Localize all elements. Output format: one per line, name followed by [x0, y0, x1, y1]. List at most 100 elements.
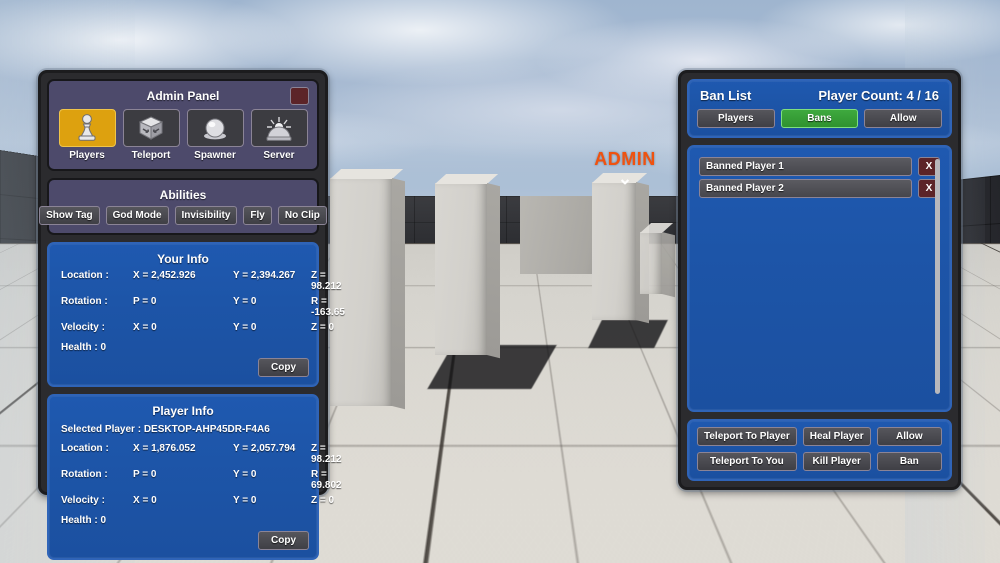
ability-fly-button[interactable]: Fly: [243, 206, 271, 225]
ban-panel-header: Ban List Player Count: 4 / 16: [697, 87, 942, 109]
player-info-copy-button[interactable]: Copy: [258, 531, 309, 550]
tool-spawner[interactable]: Spawner: [187, 109, 244, 161]
your-info-velocity-x: X = 0: [133, 322, 233, 333]
player-info-location-label: Location :: [61, 443, 133, 465]
tool-teleport-label: Teleport: [123, 150, 180, 161]
ban-button[interactable]: Ban: [877, 452, 942, 471]
player-info-copy-row: Copy: [57, 531, 309, 550]
ability-no-clip-button[interactable]: No Clip: [278, 206, 327, 225]
your-info-location-y: Y = 2,394.267: [233, 270, 311, 292]
player-info-rotation-y: Y = 0: [233, 469, 311, 491]
your-info-title: Your Info: [57, 250, 309, 270]
cube-arrows-icon: [137, 114, 165, 142]
tab-bans[interactable]: Bans: [781, 109, 859, 128]
player-info-health: Health : 0: [57, 506, 309, 526]
your-info-rotation-r: R = -163.65: [311, 296, 345, 318]
list-item[interactable]: Banned Player 1 X: [699, 157, 940, 176]
ban-panel-action-grid: Teleport To Player Heal Player Allow Tel…: [697, 427, 942, 471]
ban-list-container: Banned Player 1 X Banned Player 2 X: [697, 153, 942, 402]
player-info-velocity-x: X = 0: [133, 495, 233, 506]
your-info-velocity-y: Y = 0: [233, 322, 311, 333]
banned-player-name[interactable]: Banned Player 2: [699, 179, 912, 198]
admin-panel-title: Admin Panel: [57, 87, 309, 107]
player-info-location-x: X = 1,876.052: [133, 443, 233, 465]
pillar: [592, 182, 636, 320]
tool-server[interactable]: Server: [251, 109, 308, 161]
ban-list-scrollbar[interactable]: [935, 159, 940, 394]
player-info-card: Player Info Selected Player : DESKTOP-AH…: [47, 394, 319, 560]
your-info-velocity-z: Z = 0: [311, 322, 345, 333]
pillar: [640, 232, 662, 294]
kill-player-button[interactable]: Kill Player: [803, 452, 871, 471]
tool-players[interactable]: Players: [59, 109, 116, 161]
player-info-body: Selected Player : DESKTOP-AHP45DR-F4A6 L…: [57, 422, 309, 526]
player-info-rotation-label: Rotation :: [61, 469, 133, 491]
abilities-title: Abilities: [57, 186, 309, 206]
tab-players[interactable]: Players: [697, 109, 775, 128]
banned-player-name[interactable]: Banned Player 1: [699, 157, 912, 176]
game-window: ADMIN ⌄ Admin Panel: [0, 0, 1000, 563]
pillar: [330, 178, 392, 406]
ability-show-tag-button[interactable]: Show Tag: [39, 206, 99, 225]
tool-teleport-button[interactable]: [123, 109, 180, 147]
nameplate-text: ADMIN: [565, 150, 685, 168]
chess-pawn-icon: [74, 113, 100, 143]
abilities-button-row: Show Tag God Mode Invisibility Fly No Cl…: [57, 206, 309, 225]
close-button[interactable]: [290, 87, 309, 105]
player-info-location-z: Z = 98.212: [311, 443, 342, 465]
your-info-copy-row: Copy: [57, 358, 309, 377]
your-info-location-z: Z = 98.212: [311, 270, 345, 292]
your-info-card: Your Info Location : X = 2,452.926 Y = 2…: [47, 242, 319, 387]
ban-panel-header-card: Ban List Player Count: 4 / 16 Players Ba…: [687, 79, 952, 138]
pillar-shadow: [588, 320, 668, 348]
player-info-velocity-y: Y = 0: [233, 495, 311, 506]
tool-players-button[interactable]: [59, 109, 116, 147]
list-item[interactable]: Banned Player 2 X: [699, 179, 940, 198]
sphere-icon: [201, 114, 229, 142]
teleport-to-you-button[interactable]: Teleport To You: [697, 452, 797, 471]
admin-panel-header: Admin Panel: [57, 87, 309, 107]
your-info-location-label: Location :: [61, 270, 133, 292]
your-info-rotation-p: P = 0: [133, 296, 233, 318]
player-info-location-y: Y = 2,057.794: [233, 443, 311, 465]
ban-list-scroll-thumb[interactable]: [935, 159, 940, 394]
tool-icon-row: Players Tele: [57, 109, 309, 161]
tool-teleport[interactable]: Teleport: [123, 109, 180, 161]
ban-panel-actions-card: Teleport To Player Heal Player Allow Tel…: [687, 419, 952, 481]
player-info-grid: Location : X = 1,876.052 Y = 2,057.794 Z…: [57, 443, 309, 506]
player-info-rotation-r: R = 69.802: [311, 469, 342, 491]
allow-button[interactable]: Allow: [877, 427, 942, 446]
your-info-rotation-y: Y = 0: [233, 296, 311, 318]
left-panel-frame: Admin Panel: [38, 70, 328, 495]
nameplate-chevron-down-icon: ⌄: [565, 170, 685, 187]
admin-panel-card: Admin Panel: [47, 79, 319, 171]
player-info-title: Player Info: [57, 402, 309, 422]
tool-spawner-label: Spawner: [187, 150, 244, 161]
your-info-rotation-label: Rotation :: [61, 296, 133, 318]
heal-player-button[interactable]: Heal Player: [803, 427, 871, 446]
player-info-rotation-p: P = 0: [133, 469, 233, 491]
ban-panel-tab-row: Players Bans Allow: [697, 109, 942, 128]
tab-allow[interactable]: Allow: [864, 109, 942, 128]
right-panel-frame: Ban List Player Count: 4 / 16 Players Ba…: [678, 70, 961, 490]
your-info-velocity-label: Velocity :: [61, 322, 133, 333]
player-count: Player Count: 4 / 16: [818, 88, 939, 103]
your-info-grid: Location : X = 2,452.926 Y = 2,394.267 Z…: [57, 270, 309, 333]
tool-players-label: Players: [59, 150, 116, 161]
ban-list-card: Banned Player 1 X Banned Player 2 X: [687, 145, 952, 412]
ability-god-mode-button[interactable]: God Mode: [106, 206, 169, 225]
server-dome-icon: [264, 114, 294, 142]
your-info-location-x: X = 2,452.926: [133, 270, 233, 292]
ban-list-title: Ban List: [700, 88, 751, 103]
player-nameplate: ADMIN ⌄: [565, 150, 685, 187]
your-info-body: Location : X = 2,452.926 Y = 2,394.267 Z…: [57, 270, 309, 353]
your-info-copy-button[interactable]: Copy: [258, 358, 309, 377]
tool-server-button[interactable]: [251, 109, 308, 147]
tool-server-label: Server: [251, 150, 308, 161]
tool-spawner-button[interactable]: [187, 109, 244, 147]
teleport-to-player-button[interactable]: Teleport To Player: [697, 427, 797, 446]
your-info-health: Health : 0: [57, 333, 309, 353]
player-info-velocity-z: Z = 0: [311, 495, 342, 506]
player-info-velocity-label: Velocity :: [61, 495, 133, 506]
ability-invisibility-button[interactable]: Invisibility: [175, 206, 238, 225]
